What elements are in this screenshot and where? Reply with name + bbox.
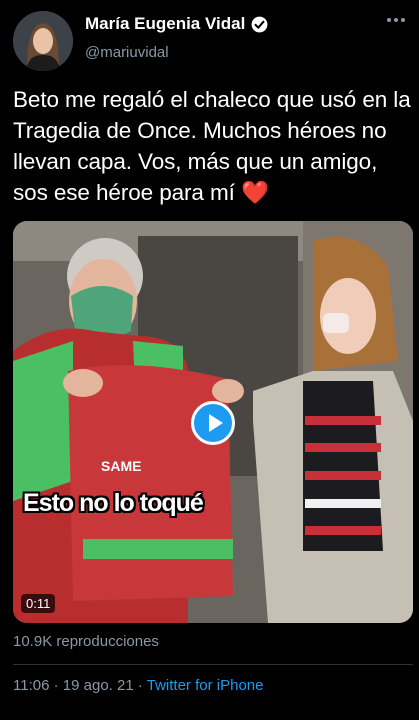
author-display-name[interactable]: María Eugenia Vidal — [85, 14, 245, 34]
divider — [13, 664, 413, 665]
tweet-body: Beto me regaló el chaleco que usó en la … — [13, 87, 411, 205]
heart-emoji-icon: ❤️ — [240, 180, 269, 205]
tweet-source-link[interactable]: Twitter for iPhone — [147, 677, 264, 694]
meta-separator-2: · — [133, 677, 147, 694]
video-caption: Esto no lo toqué — [23, 489, 204, 517]
author-name-row[interactable]: María Eugenia Vidal — [85, 14, 269, 34]
verified-badge-icon — [251, 16, 268, 32]
tweet-date[interactable]: 19 ago. 21 — [63, 677, 134, 694]
avatar[interactable] — [13, 11, 73, 71]
more-options-icon[interactable] — [387, 18, 405, 22]
play-button[interactable] — [191, 401, 235, 445]
author-handle[interactable]: @mariuvidal — [85, 44, 169, 61]
vest-label: SAME — [101, 458, 141, 474]
tweet-text: Beto me regaló el chaleco que usó en la … — [13, 84, 413, 208]
tweet-header: María Eugenia Vidal @mariuvidal — [0, 0, 419, 80]
video-player[interactable]: SAME Esto no lo toqué 0:11 — [13, 221, 413, 623]
tweet-time[interactable]: 11:06 — [13, 677, 49, 694]
meta-separator: · — [49, 677, 63, 694]
tweet-meta: 11:06 · 19 ago. 21 · Twitter for iPhone — [13, 677, 263, 694]
profile-avatar-image — [13, 11, 73, 71]
video-duration: 0:11 — [21, 594, 56, 613]
view-count: 10.9K reproducciones — [13, 633, 159, 650]
